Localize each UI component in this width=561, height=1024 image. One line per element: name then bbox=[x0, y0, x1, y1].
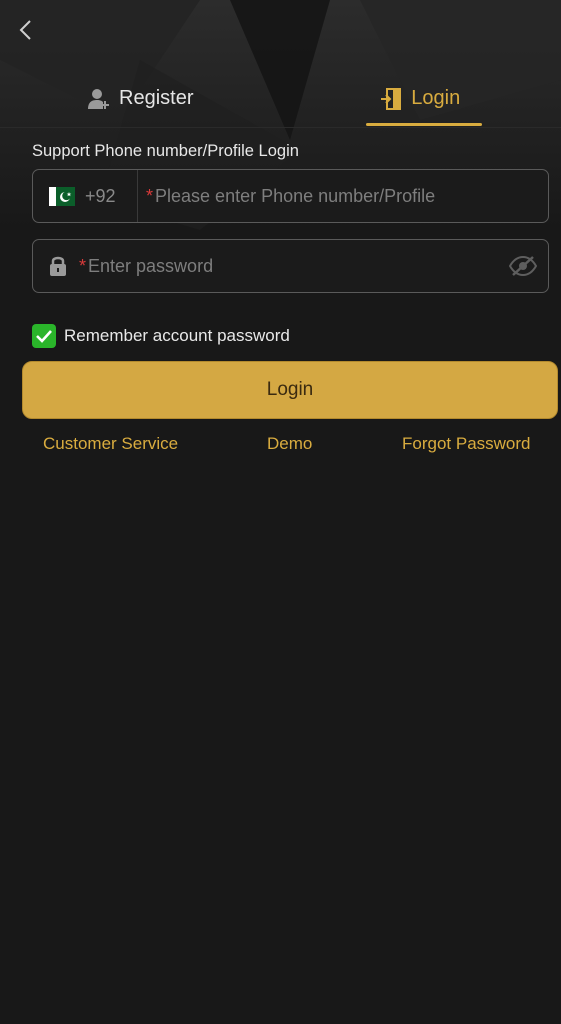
phone-placeholder: Please enter Phone number/Profile bbox=[155, 185, 436, 206]
country-code-selector[interactable]: +92 bbox=[33, 170, 138, 222]
phone-field: +92 * Please enter Phone number/Profile bbox=[32, 169, 549, 223]
country-code: +92 bbox=[85, 185, 116, 206]
demo-link[interactable]: Demo bbox=[267, 434, 312, 454]
active-tab-indicator bbox=[365, 123, 482, 126]
customer-service-link[interactable]: Customer Service bbox=[43, 434, 178, 454]
tab-login-label: Login bbox=[411, 87, 461, 109]
password-field: * Enter password bbox=[32, 239, 549, 293]
remember-label: Remember account password bbox=[64, 326, 290, 345]
back-button[interactable] bbox=[10, 14, 42, 46]
footer-links: Customer Service Demo Forgot Password bbox=[0, 434, 561, 456]
chevron-left-icon bbox=[19, 20, 31, 40]
login-screen: Register Login Support Phone number/Prof… bbox=[0, 0, 561, 1024]
password-input[interactable]: * Enter password bbox=[73, 240, 498, 292]
tab-register[interactable]: Register bbox=[0, 70, 281, 127]
password-placeholder: Enter password bbox=[88, 255, 214, 276]
login-button[interactable]: Login bbox=[22, 361, 558, 419]
pakistan-flag-icon bbox=[49, 186, 75, 206]
forgot-password-link[interactable]: Forgot Password bbox=[402, 434, 531, 454]
user-plus-icon bbox=[88, 88, 109, 109]
tab-register-label: Register bbox=[119, 87, 194, 109]
lock-icon bbox=[33, 255, 73, 277]
login-door-icon bbox=[381, 87, 402, 110]
eye-off-icon[interactable] bbox=[498, 256, 548, 276]
required-mark: * bbox=[146, 185, 154, 206]
required-mark: * bbox=[79, 255, 87, 276]
checkmark-icon bbox=[32, 324, 56, 348]
tab-login[interactable]: Login bbox=[281, 70, 561, 127]
auth-tabs: Register Login bbox=[0, 70, 561, 128]
login-hint: Support Phone number/Profile Login bbox=[32, 142, 299, 160]
phone-input[interactable]: * Please enter Phone number/Profile bbox=[138, 170, 548, 222]
remember-password-checkbox[interactable]: Remember account password bbox=[32, 324, 290, 348]
